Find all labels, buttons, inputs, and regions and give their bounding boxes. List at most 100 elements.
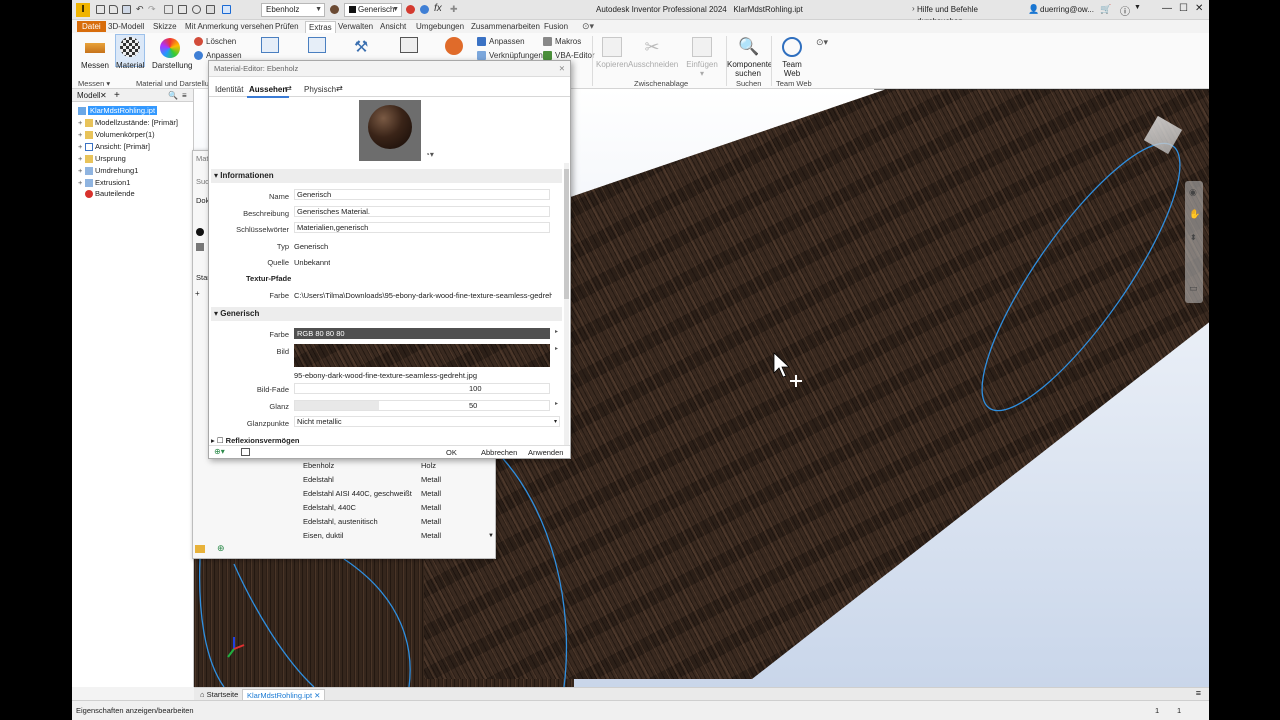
- wrench-icon[interactable]: ⚒: [354, 37, 368, 57]
- create-material-icon[interactable]: ⊕: [217, 543, 225, 554]
- tab-umgebungen[interactable]: Umgebungen: [413, 21, 467, 32]
- close-icon[interactable]: ✕: [1195, 3, 1203, 14]
- help-icon[interactable]: ⓘ: [1120, 3, 1130, 18]
- list-item[interactable]: Eisen, duktil Metall: [301, 529, 491, 543]
- update-icon[interactable]: [192, 5, 201, 14]
- new-file-icon[interactable]: [96, 5, 105, 14]
- vba-editor-button[interactable]: VBA-Editor: [543, 51, 595, 61]
- tab-ansicht[interactable]: Ansicht: [377, 21, 409, 32]
- kopieren-button[interactable]: Kopieren: [596, 37, 628, 69]
- look-at-icon[interactable]: ▭: [1189, 283, 1198, 294]
- plus-icon[interactable]: ✚: [450, 4, 458, 15]
- undo-icon[interactable]: ↶: [136, 4, 144, 15]
- ribbon-options-icon[interactable]: ⊙▾: [816, 37, 828, 48]
- name-field[interactable]: Generisch: [294, 189, 550, 200]
- fx-icon[interactable]: fx: [434, 3, 442, 14]
- param-icon[interactable]: [261, 37, 279, 53]
- open-file-icon[interactable]: [109, 5, 118, 14]
- expand-icon[interactable]: +: [78, 117, 85, 128]
- steering-wheel-icon[interactable]: ◉: [1189, 187, 1197, 198]
- color-options-icon[interactable]: ▸: [555, 328, 558, 335]
- tab-verwalten[interactable]: Verwalten: [335, 21, 376, 32]
- komponente-suchen-button[interactable]: 🔍 Komponente suchen: [727, 37, 772, 78]
- highlights-select[interactable]: Nicht metallic ▾: [294, 416, 560, 427]
- keywords-field[interactable]: Materialien,generisch: [294, 222, 550, 233]
- menu-icon[interactable]: ≡: [182, 89, 187, 102]
- anpassen-button[interactable]: Anpassen: [477, 37, 525, 47]
- darstellung-button[interactable]: Darstellung: [152, 38, 192, 70]
- tree-item-ursprung[interactable]: + Ursprung: [78, 153, 126, 164]
- tab-menu-icon[interactable]: ≡: [1196, 688, 1201, 698]
- print-icon[interactable]: [206, 5, 215, 14]
- home-icon[interactable]: [164, 5, 173, 14]
- tree-item-extrusion1[interactable]: + Extrusion1: [78, 177, 130, 188]
- adjust-icon[interactable]: [420, 5, 429, 14]
- tree-item-modellzustaende[interactable]: + Modellzustände: [Primär]: [78, 117, 178, 128]
- tab-pruefen[interactable]: Prüfen: [272, 21, 302, 32]
- description-field[interactable]: Generisches Material.: [294, 206, 550, 217]
- tab-modell[interactable]: Modell: [77, 91, 101, 100]
- list-item[interactable]: Edelstahl AISI 440C, geschweißt Metall: [301, 487, 491, 501]
- messen-button[interactable]: Messen: [80, 38, 110, 70]
- save-icon[interactable]: [122, 5, 131, 14]
- close-icon[interactable]: ✕: [314, 691, 320, 700]
- tab-identitaet[interactable]: Identität: [213, 84, 245, 96]
- tab-startseite[interactable]: ⌂ Startseite: [196, 689, 242, 700]
- tab-anmerkung[interactable]: Mit Anmerkung versehen: [182, 21, 277, 32]
- loeschen-button[interactable]: Löschen: [194, 37, 236, 47]
- folder-icon[interactable]: [195, 545, 205, 553]
- tab-skizze[interactable]: Skizze: [150, 21, 180, 32]
- color-swatch-field[interactable]: RGB 80 80 80: [294, 328, 550, 339]
- add-tab-icon[interactable]: +: [114, 89, 120, 102]
- search-icon[interactable]: 🔍: [168, 89, 178, 102]
- navigation-bar[interactable]: ◉ ✋ ⬍ ▭: [1185, 181, 1203, 303]
- material-search-input[interactable]: Suc: [196, 177, 209, 186]
- color-override-icon[interactable]: [406, 5, 415, 14]
- verknuepfungen-button[interactable]: Verknüpfungen: [477, 51, 543, 61]
- create-asset-icon[interactable]: ⊕▾: [214, 447, 225, 456]
- image-options-icon[interactable]: ▸: [555, 345, 558, 352]
- tree-item-part[interactable]: KlarMdstRohling.ipt: [78, 105, 158, 116]
- tab-datei[interactable]: Datei: [77, 21, 106, 32]
- tree-item-bauteilende[interactable]: Bauteilende: [78, 188, 135, 199]
- addin-icon[interactable]: [445, 37, 463, 55]
- image-fade-slider[interactable]: 100: [294, 383, 550, 394]
- expand-icon[interactable]: ›: [912, 4, 915, 13]
- cart-icon[interactable]: 🛒: [1100, 4, 1111, 15]
- appearance-combo[interactable]: Ebenholz ▼: [261, 3, 325, 17]
- user-icon[interactable]: 👤: [1028, 4, 1039, 15]
- chevron-down-icon[interactable]: ▼: [1134, 4, 1141, 11]
- user-name[interactable]: duerring@ow...: [1040, 5, 1094, 14]
- material-combo[interactable]: Generisch ▼: [344, 3, 402, 17]
- document-icon[interactable]: [308, 37, 326, 53]
- image-texture-preview[interactable]: [294, 344, 550, 367]
- tree-item-umdrehung1[interactable]: + Umdrehung1: [78, 165, 138, 176]
- tab-options-icon[interactable]: ⇄: [285, 84, 292, 93]
- section-generisch[interactable]: ▾ Generisch: [211, 307, 562, 321]
- tab-options-icon[interactable]: ⇄: [336, 84, 343, 93]
- maximize-icon[interactable]: ☐: [1179, 3, 1188, 14]
- pan-icon[interactable]: ✋: [1189, 209, 1200, 220]
- anpassen-small-button[interactable]: Anpassen: [194, 51, 242, 61]
- tab-extras[interactable]: Extras: [305, 21, 336, 33]
- editor-scrollbar[interactable]: [564, 163, 569, 445]
- tree-icon[interactable]: [400, 37, 418, 53]
- tab-zusammenarbeiten[interactable]: Zusammenarbeiten: [468, 21, 543, 32]
- close-icon[interactable]: ✕: [559, 61, 565, 77]
- expand-icon[interactable]: +: [78, 177, 85, 188]
- section-informationen[interactable]: ▾ Informationen: [211, 169, 562, 183]
- makros-button[interactable]: Makros: [543, 37, 581, 47]
- list-item[interactable]: Edelstahl Metall: [301, 473, 491, 487]
- cancel-button[interactable]: Abbrechen: [476, 446, 522, 460]
- tab-aussehen[interactable]: Aussehen: [247, 84, 290, 98]
- section-reflexion[interactable]: ▸ ☐ Reflexionsvermögen: [211, 437, 562, 445]
- zoom-icon[interactable]: ⬍: [1190, 233, 1197, 242]
- material-button[interactable]: Material: [115, 34, 145, 70]
- tab-3d-modell[interactable]: 3D-Modell: [105, 21, 147, 32]
- tab-fusion[interactable]: Fusion: [541, 21, 571, 32]
- tree-item-ansicht[interactable]: + Ansicht: [Primär]: [78, 141, 150, 152]
- select-icon[interactable]: [178, 5, 187, 14]
- close-icon[interactable]: ✕: [100, 89, 107, 102]
- scrollbar-thumb[interactable]: [564, 169, 569, 299]
- expand-icon[interactable]: +: [78, 153, 85, 164]
